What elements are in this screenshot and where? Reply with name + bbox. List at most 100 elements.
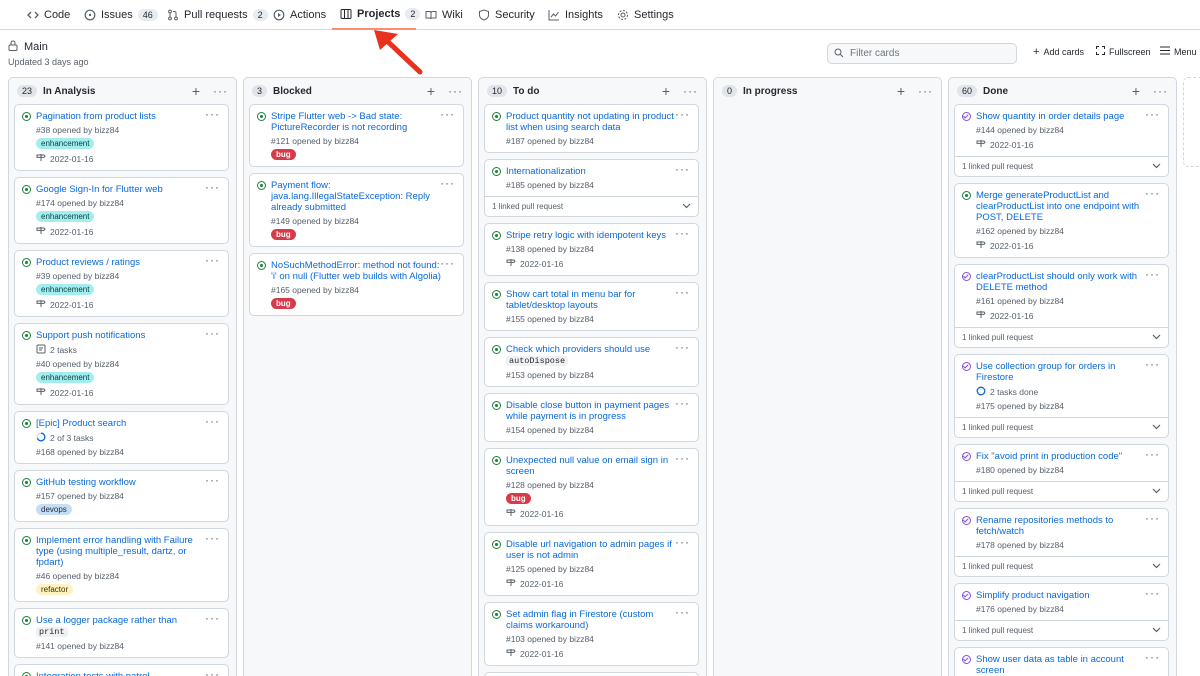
card-milestone[interactable]: 2022-01-16 [976,139,1146,150]
card-more-icon[interactable]: ··· [440,176,455,190]
issue-card[interactable]: ··· Unexpected null value on email sign i… [484,448,699,526]
issue-card[interactable]: ··· Disable close button in payment pages… [484,393,699,442]
issue-card[interactable]: ··· Disable url navigation to admin pages… [484,532,699,596]
column-more-icon[interactable]: ··· [448,84,463,98]
filter-cards-input[interactable] [850,48,1010,59]
card-label[interactable]: bug [271,149,296,160]
tab-actions[interactable]: Actions [273,0,326,30]
card-title-link[interactable]: Use a logger package rather than print [36,615,206,638]
card-more-icon[interactable]: ··· [1145,511,1160,525]
card-title-link[interactable]: Rename repositories methods to fetch/wat… [976,515,1146,537]
card-milestone[interactable]: 2022-01-16 [36,226,206,237]
card-title-link[interactable]: Payment flow: java.lang.IllegalStateExce… [271,180,441,213]
add-cards-button[interactable]: + Add cards [1033,46,1084,58]
fullscreen-button[interactable]: Fullscreen [1096,46,1151,57]
tab-pull-requests[interactable]: Pull requests 2 [167,0,268,30]
card-title-link[interactable]: Show cart total in menu bar for tablet/d… [506,289,676,311]
add-card-plus-icon[interactable]: + [424,83,438,99]
card-label[interactable]: bug [271,229,296,240]
card-title-link[interactable]: Disable close button in payment pages wh… [506,400,676,422]
card-more-icon[interactable]: ··· [675,285,690,299]
card-more-icon[interactable]: ··· [205,414,220,428]
card-milestone[interactable]: 2022-01-16 [36,153,206,164]
linked-pull-request-toggle[interactable]: 1 linked pull request [955,481,1168,501]
card-milestone[interactable]: 2022-01-16 [506,648,676,659]
card-more-icon[interactable]: ··· [440,107,455,121]
card-more-icon[interactable]: ··· [675,226,690,240]
card-title-link[interactable]: Merge generateProductList and clearProdu… [976,190,1146,223]
linked-pull-request-toggle[interactable]: 1 linked pull request [955,417,1168,437]
issue-card[interactable]: ··· Internationalization #185 opened by bi… [484,159,699,217]
issue-card[interactable]: ··· Pagination from product lists #38 open… [14,104,229,171]
add-card-plus-icon[interactable]: + [189,83,203,99]
issue-card[interactable]: ··· Set admin flag in Firestore (custom c… [484,602,699,666]
tab-wiki[interactable]: Wiki [425,0,463,30]
issue-card[interactable]: ··· Stripe retry logic with idempotent ke… [484,223,699,276]
issue-card[interactable]: ··· Rename repositories methods to fetch/… [954,508,1169,577]
card-more-icon[interactable]: ··· [1145,447,1160,461]
issue-card[interactable]: ··· [Epic] Product search 2 of 3 tasks #168… [14,411,229,464]
tab-settings[interactable]: Settings [617,0,674,30]
add-card-plus-icon[interactable]: + [894,83,908,99]
card-title-link[interactable]: GitHub testing workflow [36,477,206,488]
card-more-icon[interactable]: ··· [1145,650,1160,664]
card-more-icon[interactable]: ··· [675,396,690,410]
card-title-link[interactable]: Set admin flag in Firestore (custom clai… [506,609,676,631]
issue-card[interactable]: ··· clearProductList should only work wit… [954,264,1169,348]
column-more-icon[interactable]: ··· [213,84,228,98]
card-more-icon[interactable]: ··· [1145,267,1160,281]
tab-issues[interactable]: Issues 46 [84,0,158,30]
card-more-icon[interactable]: ··· [675,162,690,176]
card-title-link[interactable]: Disable url navigation to admin pages if… [506,539,676,561]
card-milestone[interactable]: 2022-01-16 [976,240,1146,251]
card-title-link[interactable]: Unexpected null value on email sign in s… [506,455,676,477]
card-title-link[interactable]: Product quantity not updating in product… [506,111,676,133]
issue-card[interactable]: ··· Payment flow: java.lang.IllegalStateE… [249,173,464,247]
issue-card[interactable]: ··· Show user data as table in account sc… [954,647,1169,676]
card-title-link[interactable]: Show quantity in order details page [976,111,1146,122]
card-more-icon[interactable]: ··· [675,535,690,549]
column-more-icon[interactable]: ··· [918,84,933,98]
card-more-icon[interactable]: ··· [205,326,220,340]
card-label[interactable]: enhancement [36,372,95,383]
card-more-icon[interactable]: ··· [1145,586,1160,600]
card-more-icon[interactable]: ··· [440,256,455,270]
issue-card[interactable]: ··· Merge generateProductList and clearPr… [954,183,1169,258]
card-more-icon[interactable]: ··· [675,451,690,465]
column-more-icon[interactable]: ··· [683,84,698,98]
linked-pull-request-toggle[interactable]: 1 linked pull request [485,196,698,216]
card-label[interactable]: enhancement [36,284,95,295]
card-title-link[interactable]: Support push notifications [36,330,206,341]
card-more-icon[interactable]: ··· [675,107,690,121]
issue-card[interactable]: ··· Product reviews / ratings #39 opened b… [14,250,229,317]
issue-card[interactable]: ··· Show cart total in menu bar for table… [484,282,699,331]
card-milestone[interactable]: 2022-01-16 [976,310,1146,321]
card-more-icon[interactable]: ··· [205,531,220,545]
card-more-icon[interactable]: ··· [675,605,690,619]
card-title-link[interactable]: NoSuchMethodError: method not found: 'i'… [271,260,441,282]
card-more-icon[interactable]: ··· [1145,186,1160,200]
add-column-placeholder[interactable] [1183,77,1200,167]
card-title-link[interactable]: Internationalization [506,166,676,177]
issue-card[interactable]: ··· Use a logger package rather than prin… [14,608,229,658]
card-title-link[interactable]: Show user data as table in account scree… [976,654,1146,676]
card-label[interactable]: devops [36,504,72,515]
issue-card[interactable]: ··· Implement error handling with Failure… [14,528,229,602]
card-title-link[interactable]: Stripe retry logic with idempotent keys [506,230,676,241]
linked-pull-request-toggle[interactable]: 1 linked pull request [955,156,1168,176]
card-title-link[interactable]: Implement error handling with Failure ty… [36,535,206,568]
issue-card[interactable]: ··· NoSuchMethodError: method not found: … [249,253,464,316]
add-card-plus-icon[interactable]: + [1129,83,1143,99]
tab-insights[interactable]: Insights [548,0,603,30]
card-label[interactable]: refactor [36,584,74,595]
card-label[interactable]: enhancement [36,211,95,222]
issue-card[interactable]: ··· Support push notifications 2 tasks #40 … [14,323,229,405]
issue-card[interactable]: ··· Use collection group for orders in Fi… [954,354,1169,438]
tab-code[interactable]: Code [27,0,70,30]
issue-card[interactable]: ··· Simplify product navigation #176 opene… [954,583,1169,641]
card-title-link[interactable]: Simplify product navigation [976,590,1146,601]
card-label[interactable]: enhancement [36,138,95,149]
card-milestone[interactable]: 2022-01-16 [506,578,676,589]
card-title-link[interactable]: Pagination from product lists [36,111,206,122]
card-milestone[interactable]: 2022-01-16 [506,258,676,269]
